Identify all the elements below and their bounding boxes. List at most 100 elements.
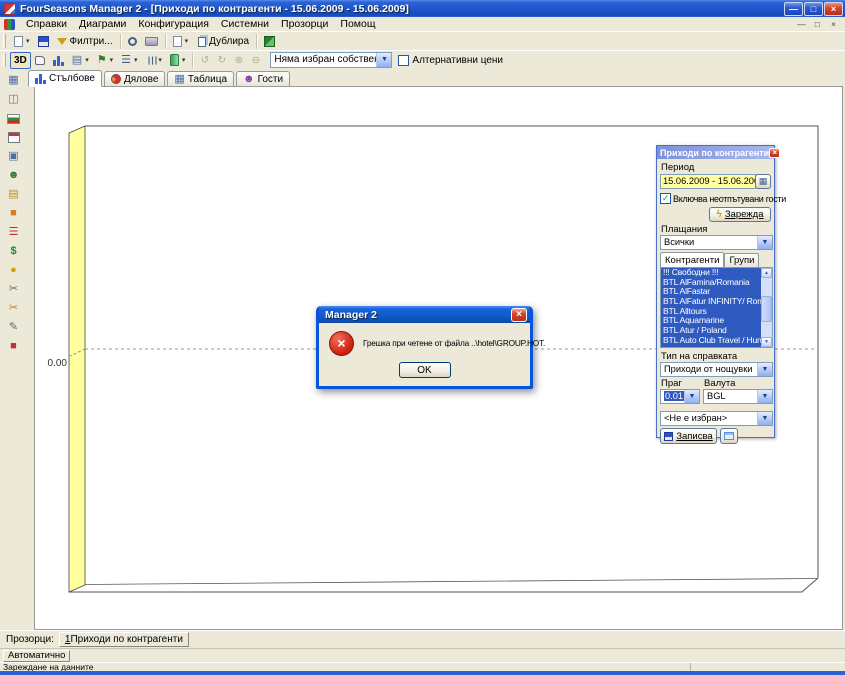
copy-window-button[interactable]: ▣ (2, 147, 25, 166)
window-options-button[interactable] (720, 428, 738, 444)
bar-style-button[interactable] (49, 52, 68, 69)
filters-button[interactable]: Филтри... (53, 33, 117, 50)
v-gridlines-button[interactable]: ☰ ▾ (142, 52, 166, 69)
close-button[interactable]: × (824, 2, 843, 16)
dialog-title-bar[interactable]: Manager 2 × (319, 306, 530, 323)
tab-contractors[interactable]: Контрагенти (660, 252, 724, 267)
menu-windows[interactable]: Прозорци (275, 17, 334, 31)
list-item[interactable]: !!! Свободни !!! (661, 268, 763, 278)
list-scrollbar[interactable]: ▲ ▼ (761, 268, 772, 347)
list-item[interactable]: BTL Aquamarine (661, 316, 763, 326)
cut-button[interactable]: ✂ (2, 280, 25, 299)
edit-document-button[interactable]: ✎ (2, 318, 25, 337)
combo-arrow-icon[interactable]: ▼ (757, 236, 772, 249)
payments-combobox[interactable]: Всички ▼ (660, 235, 773, 250)
print-button[interactable] (141, 33, 162, 50)
chart-toolbar: 3D ▤ ▾ ⚑ ▾ ☰ ▾ ☰ ▾ ▾ ↺ (0, 50, 845, 69)
scroll-up-icon[interactable]: ▲ (761, 268, 772, 278)
save-button[interactable] (34, 33, 53, 50)
include-guests-checkbox[interactable]: ✓ (660, 193, 671, 204)
tab-columns[interactable]: Стълбове (28, 70, 102, 87)
menu-charts[interactable]: Диаграми (73, 17, 132, 31)
calendar-button[interactable] (2, 128, 25, 147)
threshold-label: Праг (661, 378, 682, 389)
mdi-restore-button[interactable]: □ (811, 19, 824, 29)
threshold-combobox[interactable]: 0.01 ▼ (660, 389, 700, 404)
combo-arrow-icon[interactable]: ▼ (757, 412, 772, 425)
report-type-combobox[interactable]: Приходи от нощувки ▼ (660, 362, 773, 377)
scroll-down-icon[interactable]: ▼ (761, 337, 772, 347)
print-preview-button[interactable] (124, 33, 141, 50)
list-item[interactable]: BTL AlFatur INFINITY/ Romani (661, 297, 763, 307)
export-button[interactable] (260, 33, 279, 50)
walls-button[interactable]: ▾ (166, 52, 190, 69)
list-item[interactable]: BTL Atur / Poland (661, 326, 763, 336)
alt-prices-checkbox[interactable] (398, 55, 409, 66)
currency-combobox[interactable]: BGL ▼ (703, 389, 773, 404)
menu-reports[interactable]: Справки (20, 17, 73, 31)
tab-groups[interactable]: Групи (724, 253, 759, 267)
dialog-close-button[interactable]: × (511, 308, 527, 322)
restore-button[interactable]: □ (804, 2, 823, 16)
copy-button[interactable]: ▾ (169, 33, 193, 50)
labels-button[interactable]: ⚑ ▾ (93, 52, 117, 69)
owner-combobox[interactable]: Няма избран собственици ▼ (270, 52, 392, 68)
currency-value: BGL (707, 391, 726, 401)
guests-button[interactable]: ☻ (2, 166, 25, 185)
h-gridlines-button[interactable]: ☰ ▾ (117, 52, 141, 69)
documents-button[interactable]: ▤ (2, 185, 25, 204)
payments-button[interactable]: $ (2, 242, 25, 261)
list-item[interactable]: BTL AlFastar (661, 287, 763, 297)
panel-close-button[interactable]: × (769, 148, 780, 158)
mdi-close-button[interactable]: × (827, 19, 840, 29)
picture-button[interactable]: ◫ (2, 90, 25, 109)
panel-title-bar[interactable]: Приходи по контрагенти × (657, 146, 774, 159)
load-button[interactable]: ϟ Зарежда (709, 207, 771, 222)
period-input[interactable]: 15.06.2009 - 15.06.2009 (660, 174, 756, 189)
tab-table[interactable]: ▦ Таблица (167, 71, 234, 86)
list-item[interactable]: BTL AlFamina/Romania (661, 278, 763, 288)
automatic-button[interactable]: Автоматично (3, 650, 70, 662)
menu-system[interactable]: Системни (215, 17, 275, 31)
menu-configuration[interactable]: Конфигурация (132, 17, 214, 31)
mdi-minimize-button[interactable]: — (795, 19, 808, 29)
toolbar-grip[interactable] (3, 53, 6, 67)
bulgaria-button[interactable] (2, 109, 25, 128)
menu-help[interactable]: Помощ (334, 17, 381, 31)
coins-button[interactable]: ● (2, 261, 25, 280)
duplicate-button[interactable]: Дублира (192, 33, 253, 50)
list-item-partial[interactable] (661, 346, 763, 349)
pie-chart-icon (111, 74, 121, 84)
room-plan-button[interactable]: ▦ (2, 71, 25, 90)
calendar-picker-button[interactable]: ▦ (755, 174, 771, 189)
new-button[interactable]: ▾ (10, 33, 34, 50)
cut-payment-button[interactable]: ✂ (2, 299, 25, 318)
scrollbar-thumb[interactable] (761, 296, 772, 322)
tab-guests[interactable]: ☻ Гости (236, 71, 290, 86)
list-item[interactable]: BTL Auto Club Travel / Hunga (661, 336, 763, 346)
open-window-button[interactable]: 1 Приходи по контрагенти (59, 632, 189, 647)
statistics-button[interactable]: ■ (2, 337, 25, 356)
legend-button[interactable]: ▤ ▾ (68, 52, 93, 69)
toggle-3d-button[interactable]: 3D (10, 52, 31, 69)
tab-columns-label: Стълбове (49, 73, 95, 84)
combo-arrow-icon[interactable]: ▼ (757, 390, 772, 403)
minimize-button[interactable]: — (784, 2, 803, 16)
combo-arrow-icon[interactable]: ▼ (376, 53, 391, 67)
contractors-listbox[interactable]: !!! Свободни !!! BTL AlFamina/Romania BT… (660, 267, 773, 348)
notebook-button[interactable]: ■ (2, 204, 25, 223)
rotate-cw-icon: ↻ (218, 55, 226, 66)
error-icon: × (329, 331, 354, 356)
template-combobox[interactable]: <Не е избран> ▼ (660, 411, 773, 426)
list-item[interactable]: BTL Alltours (661, 307, 763, 317)
save-report-button[interactable]: Записва (660, 428, 717, 444)
tab-shares[interactable]: Дялове (104, 71, 165, 86)
list-button[interactable]: ☰ (2, 223, 25, 242)
mdi-child-icon[interactable] (4, 19, 15, 30)
combo-arrow-icon[interactable]: ▼ (684, 390, 699, 403)
chart-shape-button[interactable] (31, 52, 49, 69)
ok-button[interactable]: OK (399, 362, 451, 378)
toolbar-grip[interactable] (3, 34, 6, 48)
alt-prices-checkbox-row: Алтернативни цени (398, 55, 503, 66)
combo-arrow-icon[interactable]: ▼ (757, 363, 772, 376)
